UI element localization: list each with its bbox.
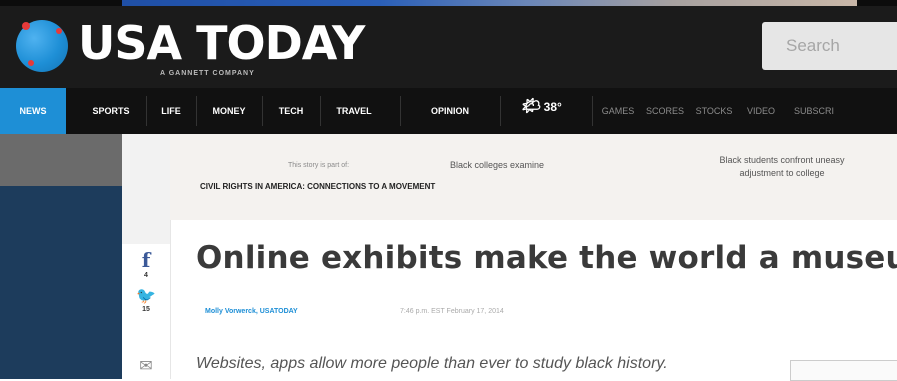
facebook-icon: f [141,248,151,272]
nav-divider [500,96,501,126]
nav-sports[interactable]: SPORTS [82,88,140,134]
article-dateline: 7:46 p.m. EST February 17, 2014 [400,308,504,315]
nav-tech[interactable]: TECH [268,88,314,134]
share-bar-top [122,134,170,244]
logo-dot [28,60,34,66]
nav-news[interactable]: NEWS [0,88,66,134]
nav-divider [400,96,401,126]
topic-bar: This story is part of: CIVIL RIGHTS IN A… [170,134,897,220]
search-input[interactable]: Search [762,22,897,70]
nav-scores[interactable]: SCORES [644,88,686,134]
twitter-icon: 🐦 [136,288,156,305]
weather-widget[interactable]: 🌤 38° [520,96,562,116]
left-rail [0,186,122,379]
nav-money[interactable]: MONEY [202,88,256,134]
related-story-link[interactable]: Black colleges examine [450,160,544,170]
nav-divider [262,96,263,126]
nav-divider [196,96,197,126]
article-byline[interactable]: Molly Vorwerck, USATODAY [205,308,298,315]
related-story-link[interactable]: Black students confront uneasy adjustmen… [702,154,862,180]
nav-games[interactable]: GAMES [598,88,638,134]
site-logo[interactable]: USA TODAY [78,20,365,66]
nav-life[interactable]: LIFE [152,88,190,134]
logo-dot [56,28,62,34]
facebook-share-button[interactable]: f 4 [122,248,170,279]
email-icon: ✉ [139,358,153,375]
masthead: USA TODAY A GANNETT COMPANY Search [0,6,897,88]
weather-temp: 38° [543,100,562,114]
weather-icon: 🌤 [520,98,541,115]
series-intro: This story is part of: [288,162,350,169]
article-headline: Online exhibits make the world a museum [196,240,897,276]
facebook-count: 4 [144,272,148,279]
nav-divider [146,96,147,126]
nav-travel[interactable]: TRAVEL [326,88,382,134]
share-bar: f 4 🐦 15 ✉ [122,134,171,379]
nav-video[interactable]: VIDEO [742,88,780,134]
twitter-count: 15 [142,306,150,313]
left-rail-header [0,134,122,186]
main-nav: NEWS SPORTS LIFE MONEY TECH TRAVEL OPINI… [0,88,897,134]
logo-subtitle: A GANNETT COMPANY [160,70,255,77]
nav-stocks[interactable]: STOCKS [692,88,736,134]
related-thumbnail[interactable] [790,360,897,381]
nav-opinion[interactable]: OPINION [414,88,486,134]
nav-divider [320,96,321,126]
email-share-button[interactable]: ✉ [122,356,170,376]
twitter-share-button[interactable]: 🐦 15 [122,286,170,313]
article-dek: Websites, apps allow more people than ev… [196,355,668,372]
globe-logo-icon[interactable] [16,20,68,72]
series-title-link[interactable]: CIVIL RIGHTS IN AMERICA: CONNECTIONS TO … [200,182,435,191]
logo-dot [22,22,30,30]
nav-subscribe[interactable]: SUBSCRI [786,88,897,134]
nav-divider [592,96,593,126]
